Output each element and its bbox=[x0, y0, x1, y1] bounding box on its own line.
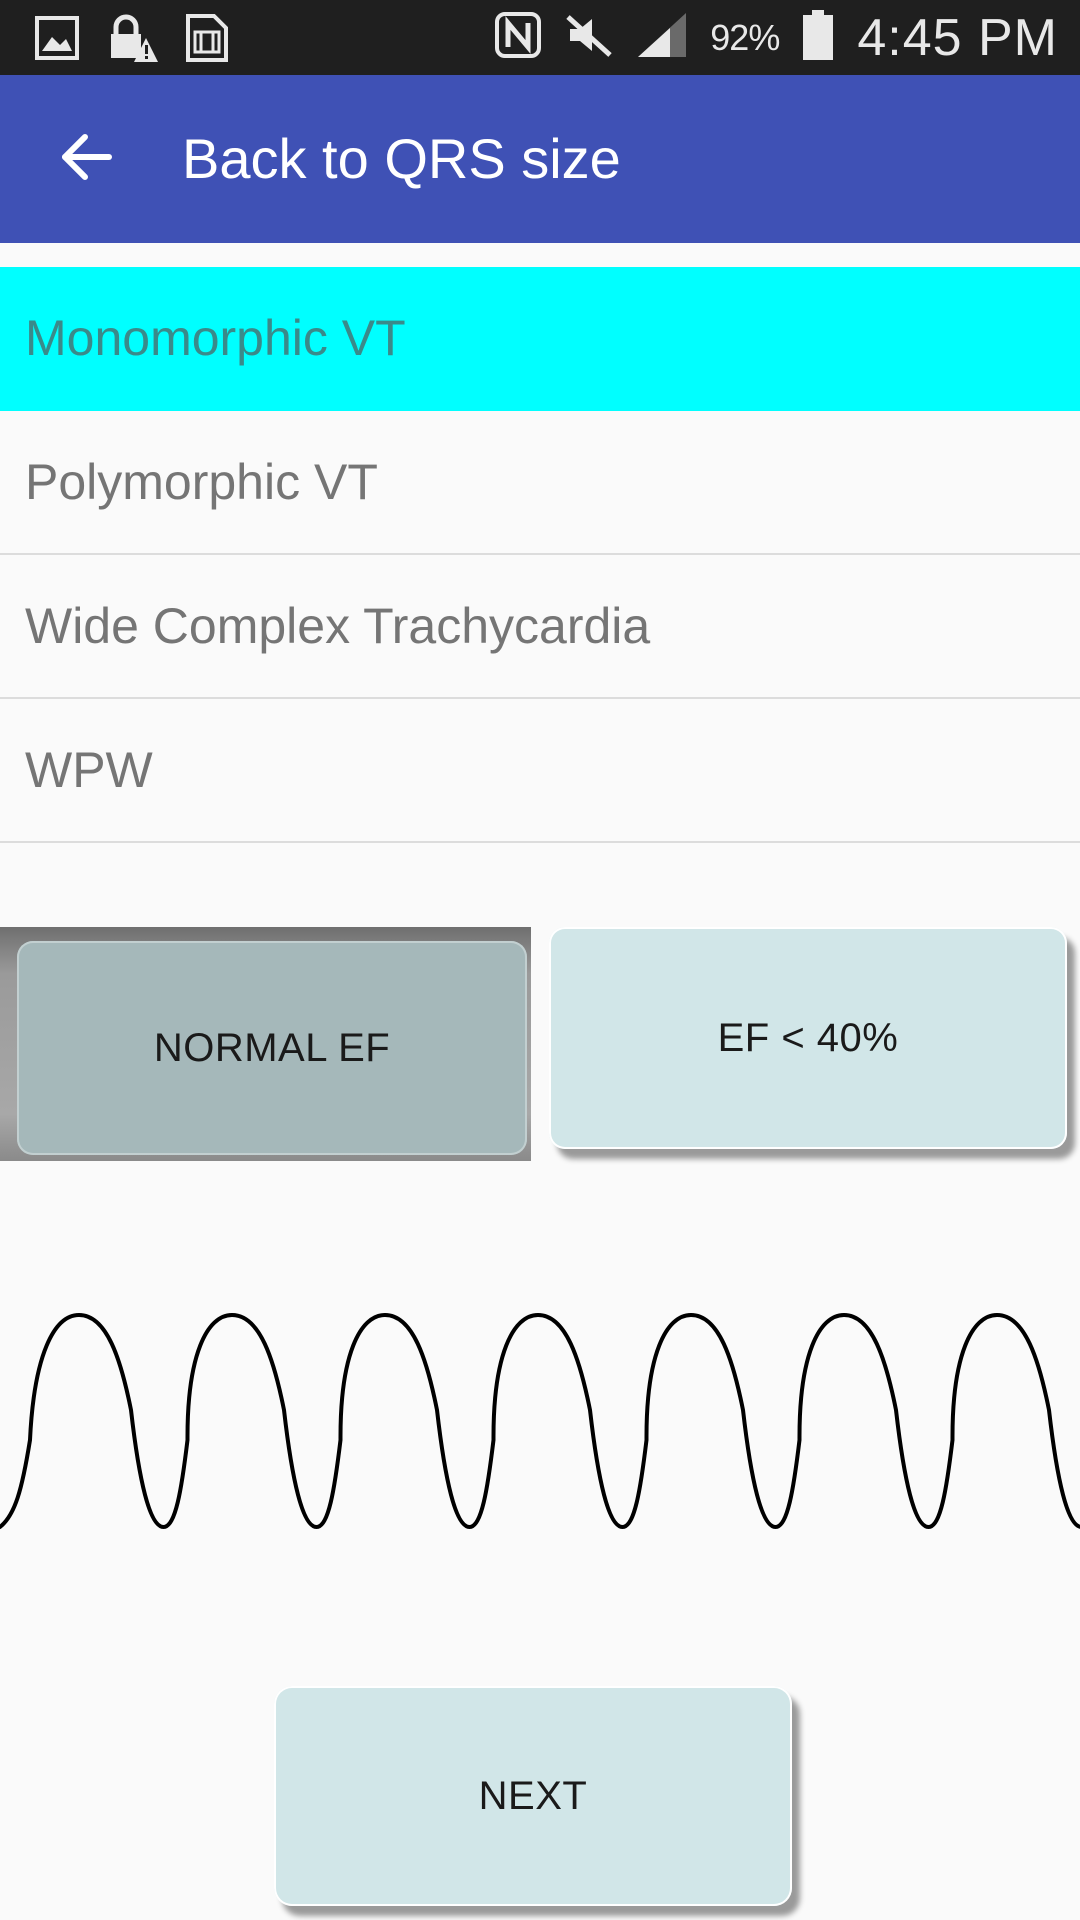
next-button[interactable]: NEXT bbox=[274, 1686, 792, 1906]
screen: 92% 4:45 PM Back to QRS size Monomorphic… bbox=[0, 0, 1080, 1920]
sim-card-icon bbox=[184, 12, 230, 69]
list-item-polymorphic-vt[interactable]: Polymorphic VT bbox=[0, 411, 1080, 555]
list-item-monomorphic-vt[interactable]: Monomorphic VT bbox=[0, 267, 1080, 411]
app-bar: Back to QRS size bbox=[0, 75, 1080, 243]
battery-icon bbox=[801, 8, 835, 67]
list-item-wide-complex[interactable]: Wide Complex Trachycardia bbox=[0, 555, 1080, 699]
lock-alert-icon bbox=[106, 12, 158, 69]
rhythm-list: Monomorphic VT Polymorphic VT Wide Compl… bbox=[0, 267, 1080, 843]
list-item-label: Monomorphic VT bbox=[25, 310, 406, 366]
list-item-label: WPW bbox=[25, 742, 153, 798]
arrow-left-icon bbox=[59, 133, 113, 186]
ecg-waveform bbox=[0, 1290, 1080, 1550]
status-time: 4:45 PM bbox=[857, 8, 1058, 67]
status-bar: 92% 4:45 PM bbox=[0, 0, 1080, 75]
mute-icon bbox=[564, 11, 614, 64]
signal-icon bbox=[636, 11, 688, 64]
nfc-icon bbox=[494, 11, 542, 64]
battery-percent: 92% bbox=[710, 16, 780, 58]
gallery-icon bbox=[34, 15, 80, 66]
low-ef-button[interactable]: EF < 40% bbox=[549, 927, 1067, 1149]
ef-button-row: NORMAL EF EF < 40% bbox=[0, 927, 1080, 1161]
ecg-waveform-image bbox=[0, 1313, 1080, 1529]
list-item-label: Wide Complex Trachycardia bbox=[25, 598, 651, 654]
status-left-icons bbox=[34, 12, 230, 69]
list-item-wpw[interactable]: WPW bbox=[0, 699, 1080, 843]
page-title: Back to QRS size bbox=[182, 127, 621, 190]
back-button[interactable] bbox=[44, 117, 128, 201]
list-item-label: Polymorphic VT bbox=[25, 454, 378, 510]
status-right-icons: 92% 4:45 PM bbox=[494, 0, 1058, 75]
normal-ef-button[interactable]: NORMAL EF bbox=[17, 941, 527, 1155]
ecg-waveform-line bbox=[0, 1313, 1080, 1529]
